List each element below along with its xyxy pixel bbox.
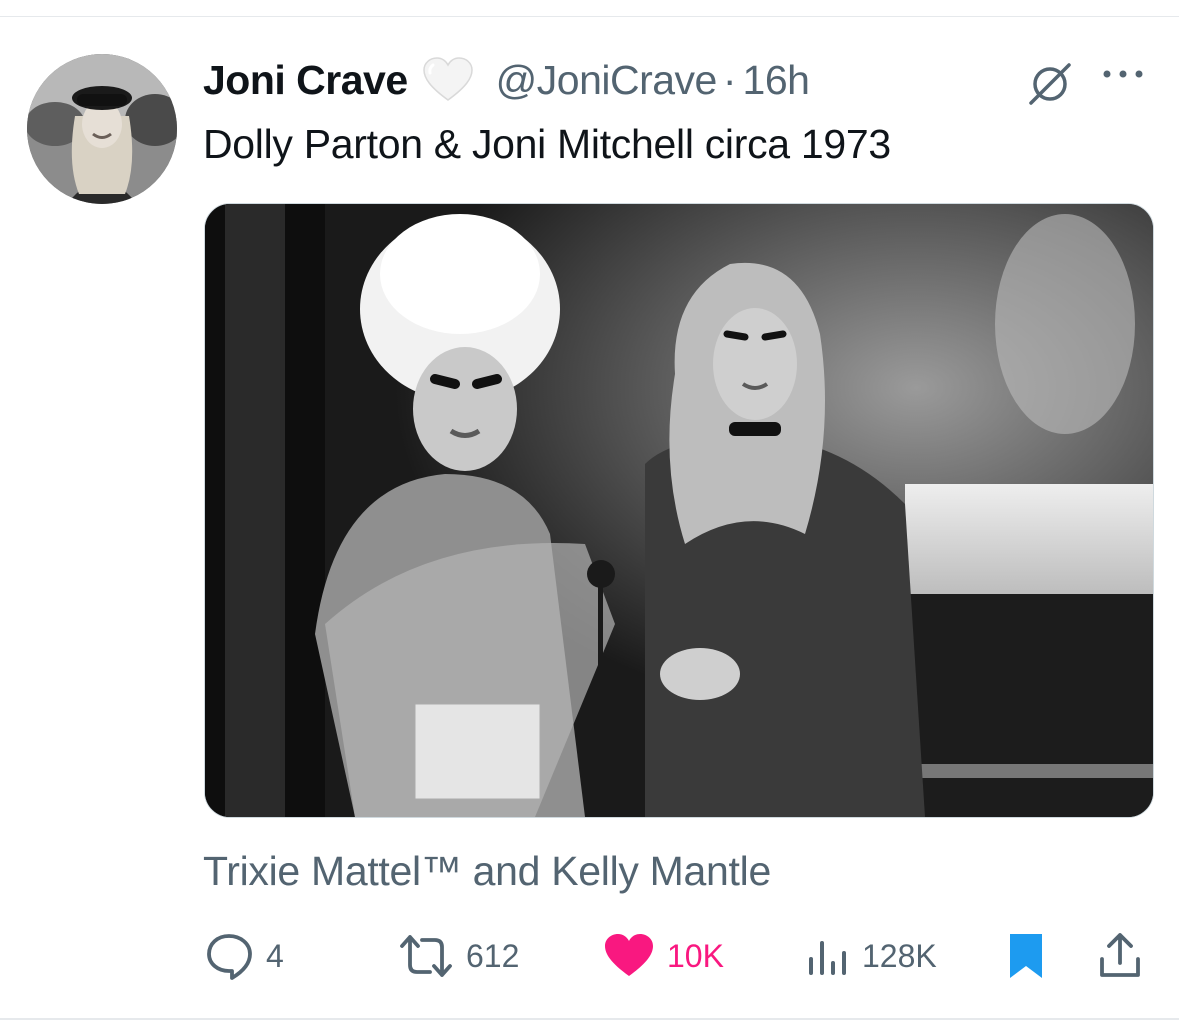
white-heart-icon [422,57,474,103]
tweet-text: Dolly Parton & Joni Mitchell circa 1973 [203,121,891,167]
tweet-photo[interactable] [204,203,1154,818]
views-icon [809,941,846,975]
bottom-divider [0,1018,1179,1020]
avatar[interactable] [27,54,177,204]
retweet-icon [400,935,452,977]
like-count: 10K [667,937,724,974]
views-count: 128K [862,937,937,974]
like-button[interactable]: 10K [603,928,724,984]
action-bar: 4 612 10K 128K [0,928,1179,984]
separator-dot: · [722,56,737,103]
retweet-count: 612 [466,937,520,974]
retweet-button[interactable]: 612 [398,928,519,984]
top-divider [0,16,1179,17]
tweet-timestamp[interactable]: 16h [743,57,810,104]
reply-button[interactable]: 4 [204,928,284,984]
bookmark-button[interactable] [1006,928,1046,984]
author-handle[interactable]: @JoniCrave [496,57,718,104]
tweet-header: Joni Crave @JoniCrave · 16h [203,52,810,108]
reply-icon [207,934,252,980]
media-caption: Trixie Mattel™ and Kelly Mantle [203,848,771,894]
heart-icon [605,934,653,976]
reply-count: 4 [266,937,284,974]
author-name[interactable]: Joni Crave [203,57,408,104]
views-button[interactable]: 128K [804,928,937,984]
bookmark-icon [1010,934,1042,978]
photo-image [205,204,1153,817]
share-icon [1100,933,1140,977]
grok-icon[interactable] [1025,59,1075,114]
more-icon[interactable] [1101,64,1147,89]
avatar-image [27,54,177,204]
share-button[interactable] [1097,928,1143,984]
